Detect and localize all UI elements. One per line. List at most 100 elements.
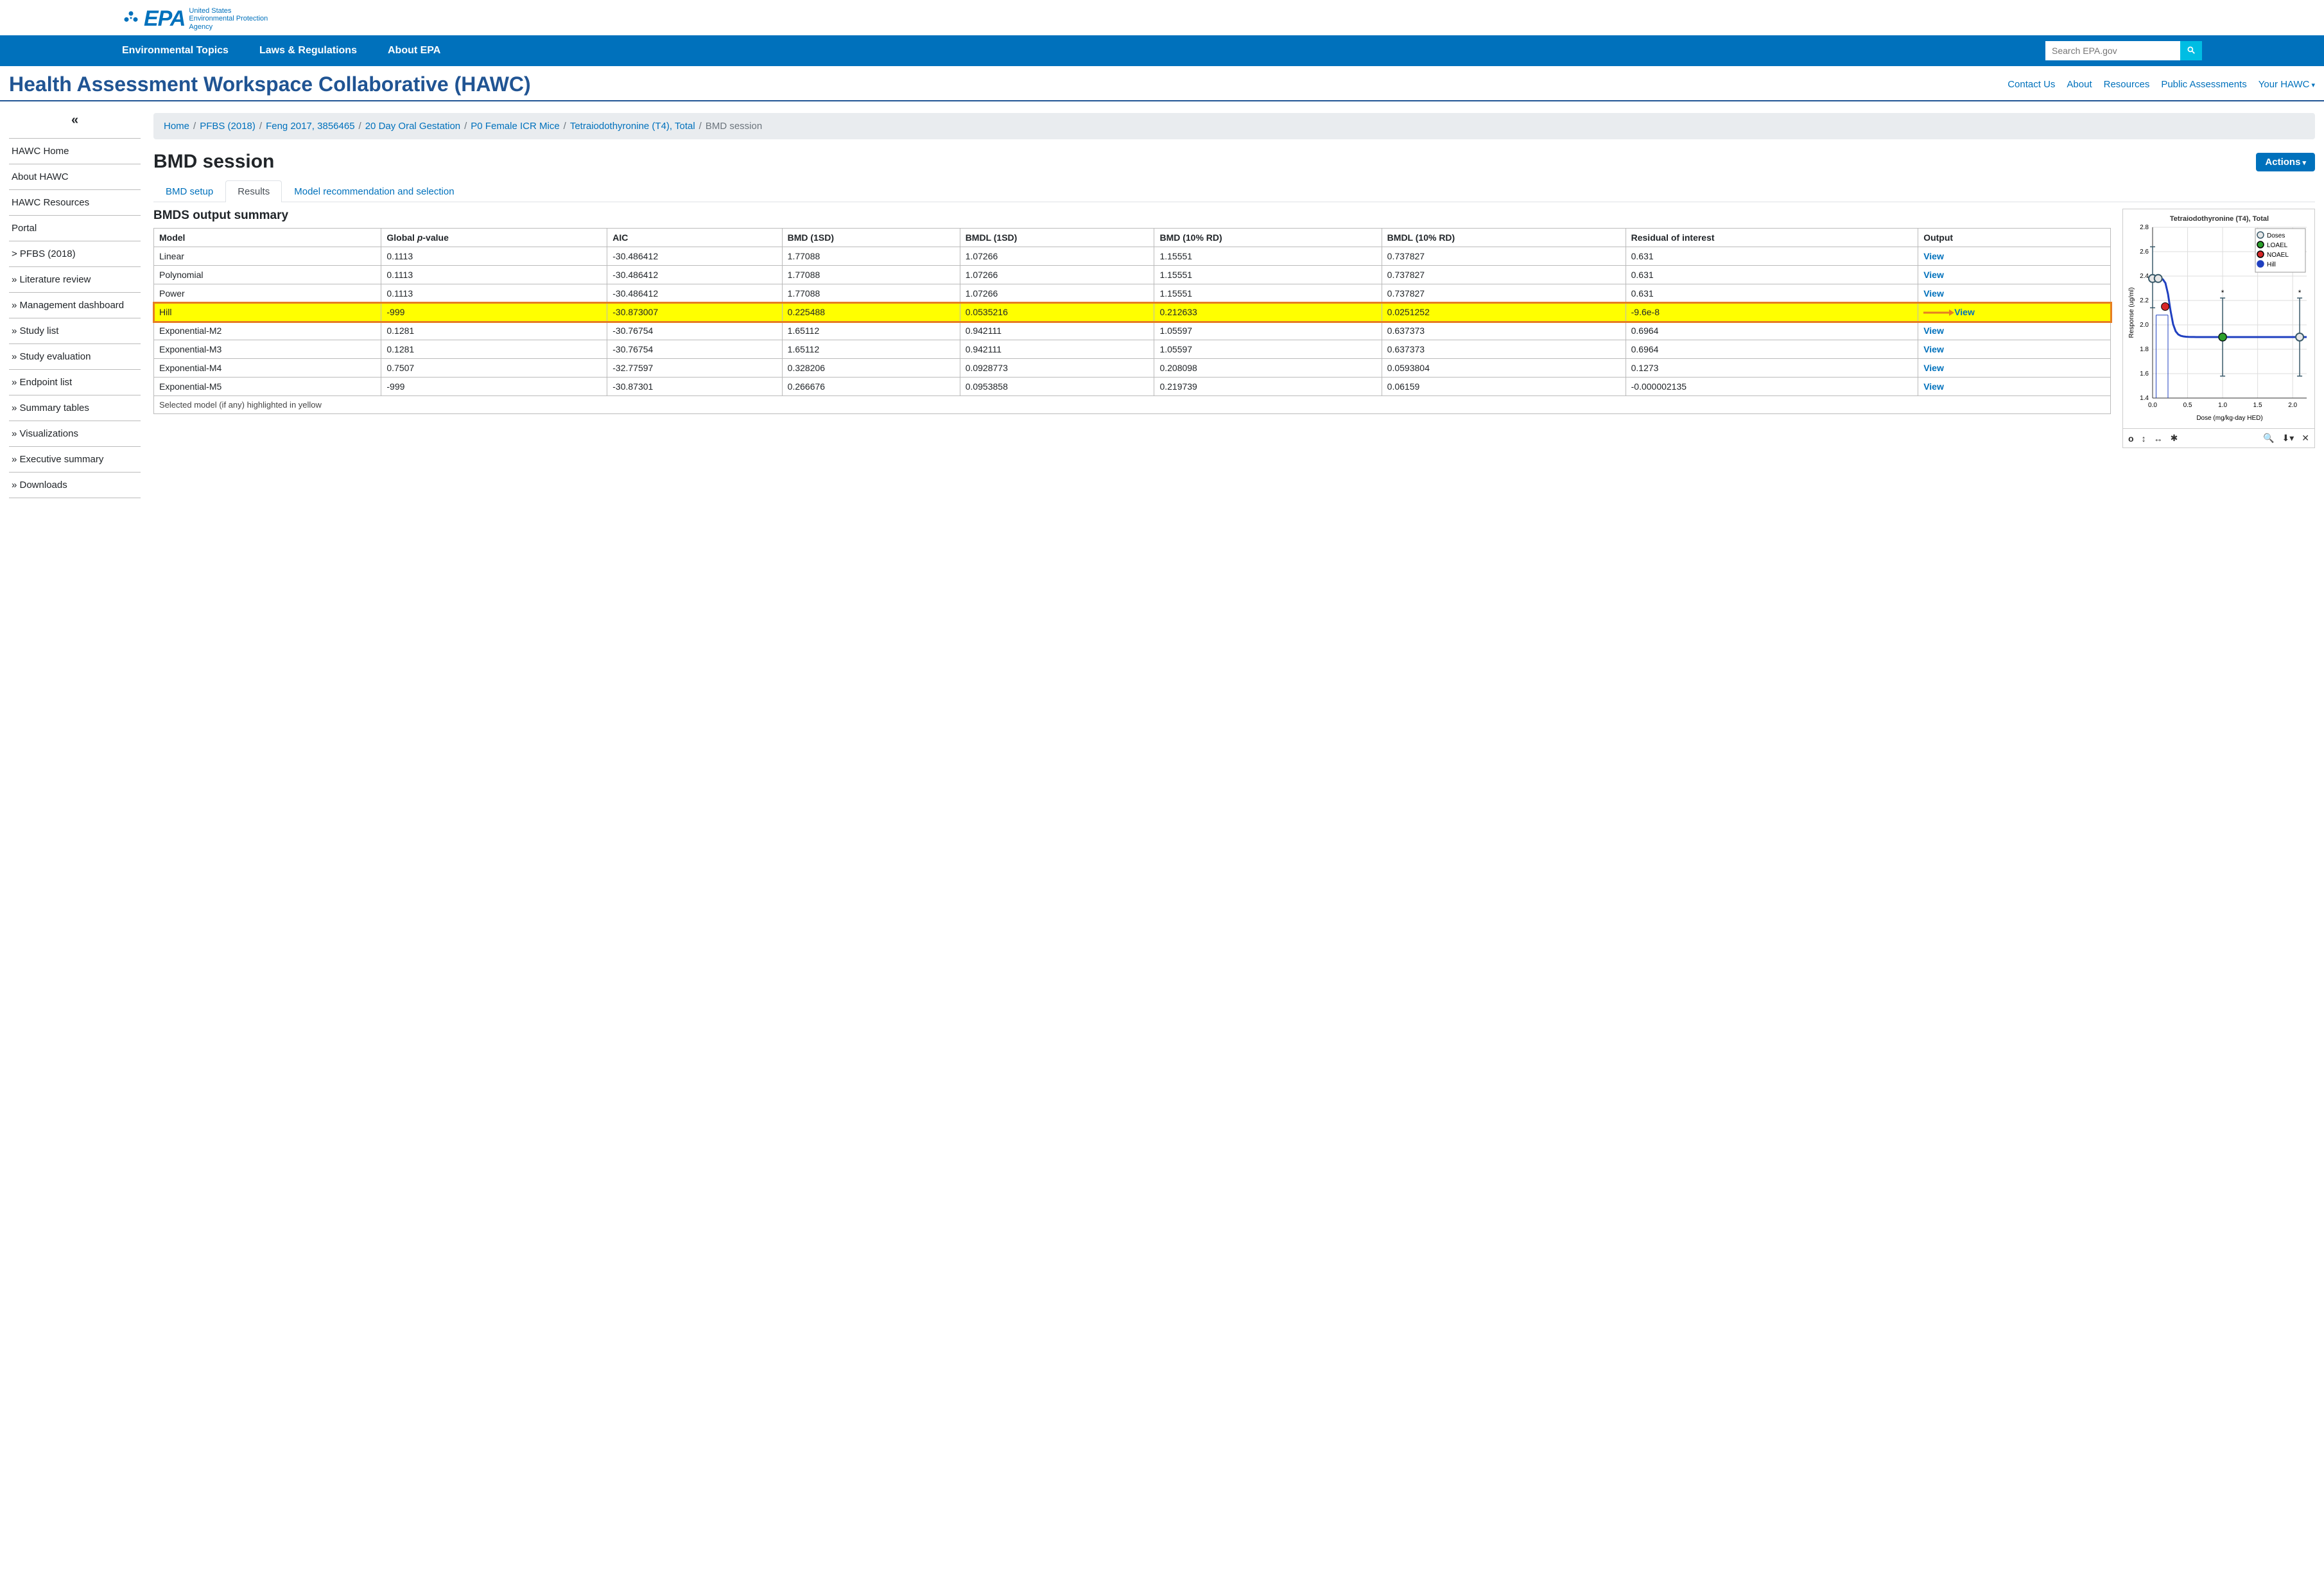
- table-cell: Exponential-M2: [154, 322, 381, 340]
- breadcrumb-link[interactable]: Tetraiodothyronine (T4), Total: [570, 121, 695, 132]
- table-cell: 0.1273: [1626, 359, 1918, 378]
- sidebar-item[interactable]: » Management dashboard: [9, 292, 141, 318]
- table-cell: 0.1113: [381, 284, 607, 303]
- view-link[interactable]: View: [1923, 381, 1944, 392]
- view-link[interactable]: View: [1923, 251, 1944, 261]
- sidebar-item[interactable]: » Study evaluation: [9, 343, 141, 369]
- sidebar-item[interactable]: » Visualizations: [9, 421, 141, 446]
- table-cell-output: View: [1918, 266, 2111, 284]
- table-cell-output: View: [1918, 340, 2111, 359]
- link-your-hawc[interactable]: Your HAWC: [2259, 79, 2315, 90]
- nav-env-topics[interactable]: Environmental Topics: [122, 45, 229, 56]
- breadcrumb-link[interactable]: PFBS (2018): [200, 121, 256, 132]
- sidebar-item[interactable]: » Study list: [9, 318, 141, 343]
- link-public-assessments[interactable]: Public Assessments: [2161, 79, 2246, 90]
- svg-text:2.8: 2.8: [2140, 224, 2149, 231]
- table-cell: Polynomial: [154, 266, 381, 284]
- view-link[interactable]: View: [1923, 270, 1944, 280]
- table-header: BMDL (10% RD): [1382, 229, 1626, 247]
- table-cell: -0.000002135: [1626, 378, 1918, 396]
- search-button[interactable]: [2180, 41, 2202, 60]
- table-cell: 1.65112: [782, 322, 960, 340]
- link-contact-us[interactable]: Contact Us: [2007, 79, 2055, 90]
- breadcrumb-link[interactable]: Feng 2017, 3856465: [266, 121, 354, 132]
- view-link[interactable]: View: [1923, 363, 1944, 373]
- chart-vert-icon[interactable]: ↕: [2142, 433, 2146, 444]
- sidebar-item[interactable]: » Summary tables: [9, 395, 141, 421]
- chart-panel: Tetraiodothyronine (T4), Total0.00.51.01…: [2122, 209, 2315, 448]
- view-link[interactable]: View: [1954, 307, 1975, 317]
- chart-add-icon[interactable]: o: [2128, 433, 2134, 444]
- tabs: BMD setupResultsModel recommendation and…: [153, 180, 2315, 202]
- epa-logo[interactable]: EPA United States Environmental Protecti…: [122, 6, 268, 31]
- svg-text:Hill: Hill: [2267, 261, 2276, 268]
- table-row: Exponential-M40.7507-32.775970.3282060.0…: [154, 359, 2111, 378]
- table-cell: 0.631: [1626, 266, 1918, 284]
- chart-download-icon[interactable]: ⬇▾: [2282, 433, 2294, 444]
- table-cell: Linear: [154, 247, 381, 266]
- breadcrumb-link[interactable]: P0 Female ICR Mice: [471, 121, 559, 132]
- top-nav-bar: Environmental Topics Laws & Regulations …: [0, 35, 2324, 66]
- sidebar-item[interactable]: > PFBS (2018): [9, 241, 141, 266]
- table-cell: 0.737827: [1382, 266, 1626, 284]
- epa-agency-header: EPA United States Environmental Protecti…: [0, 0, 2324, 35]
- table-cell: -30.486412: [607, 247, 782, 266]
- link-resources[interactable]: Resources: [2104, 79, 2150, 90]
- nav-about-epa[interactable]: About EPA: [388, 45, 440, 56]
- sidebar-item[interactable]: Portal: [9, 215, 141, 241]
- table-cell: 1.07266: [960, 247, 1154, 266]
- table-cell: 1.15551: [1154, 284, 1382, 303]
- svg-text:2.0: 2.0: [2140, 322, 2149, 329]
- view-link[interactable]: View: [1923, 326, 1944, 336]
- table-cell: 0.0251252: [1382, 303, 1626, 322]
- table-cell: 0.631: [1626, 284, 1918, 303]
- sidebar-item[interactable]: About HAWC: [9, 164, 141, 189]
- table-cell: -32.77597: [607, 359, 782, 378]
- sidebar-item[interactable]: » Endpoint list: [9, 369, 141, 395]
- svg-text:Doses: Doses: [2267, 232, 2285, 239]
- breadcrumb-current: BMD session: [706, 121, 762, 132]
- svg-text:0.0: 0.0: [2148, 402, 2157, 409]
- table-cell: Exponential-M4: [154, 359, 381, 378]
- sidebar-item[interactable]: » Downloads: [9, 472, 141, 498]
- actions-button[interactable]: Actions: [2256, 153, 2315, 171]
- view-link[interactable]: View: [1923, 288, 1944, 299]
- sidebar-item[interactable]: » Executive summary: [9, 446, 141, 472]
- search-input[interactable]: [2045, 41, 2180, 60]
- table-cell: 0.1281: [381, 340, 607, 359]
- tab[interactable]: Results: [225, 180, 282, 202]
- table-cell: 0.737827: [1382, 247, 1626, 266]
- table-cell: 0.0928773: [960, 359, 1154, 378]
- table-header: Model: [154, 229, 381, 247]
- sidebar-collapse-icon[interactable]: «: [9, 113, 141, 128]
- nav-laws-regs[interactable]: Laws & Regulations: [259, 45, 357, 56]
- chart-close-icon[interactable]: ✕: [2302, 433, 2309, 444]
- sidebar-item[interactable]: » Literature review: [9, 266, 141, 292]
- table-cell-output: View: [1918, 359, 2111, 378]
- table-cell: -999: [381, 303, 607, 322]
- table-cell: 0.737827: [1382, 284, 1626, 303]
- svg-text:*: *: [2221, 288, 2224, 297]
- tab[interactable]: BMD setup: [153, 180, 225, 202]
- table-cell: 1.77088: [782, 247, 960, 266]
- link-about[interactable]: About: [2067, 79, 2092, 90]
- table-header: BMDL (1SD): [960, 229, 1154, 247]
- app-title[interactable]: Health Assessment Workspace Collaborativ…: [9, 73, 531, 96]
- breadcrumb: Home/PFBS (2018)/Feng 2017, 3856465/20 D…: [153, 113, 2315, 139]
- sidebar-item[interactable]: HAWC Home: [9, 138, 141, 164]
- tab[interactable]: Model recommendation and selection: [282, 180, 466, 202]
- table-cell: Exponential-M3: [154, 340, 381, 359]
- table-cell: 0.225488: [782, 303, 960, 322]
- table-cell: 0.208098: [1154, 359, 1382, 378]
- svg-text:1.6: 1.6: [2140, 370, 2149, 378]
- breadcrumb-link[interactable]: 20 Day Oral Gestation: [365, 121, 460, 132]
- view-link[interactable]: View: [1923, 344, 1944, 354]
- chart-horiz-icon[interactable]: ↔: [2154, 433, 2163, 444]
- sidebar-item[interactable]: HAWC Resources: [9, 189, 141, 215]
- chart-zoom-icon[interactable]: 🔍: [2263, 433, 2274, 444]
- table-cell: 0.1113: [381, 247, 607, 266]
- epa-full-name: United States Environmental Protection A…: [189, 7, 268, 30]
- chart-settings-icon[interactable]: ✱: [2171, 433, 2178, 444]
- table-header: BMD (1SD): [782, 229, 960, 247]
- breadcrumb-link[interactable]: Home: [164, 121, 189, 132]
